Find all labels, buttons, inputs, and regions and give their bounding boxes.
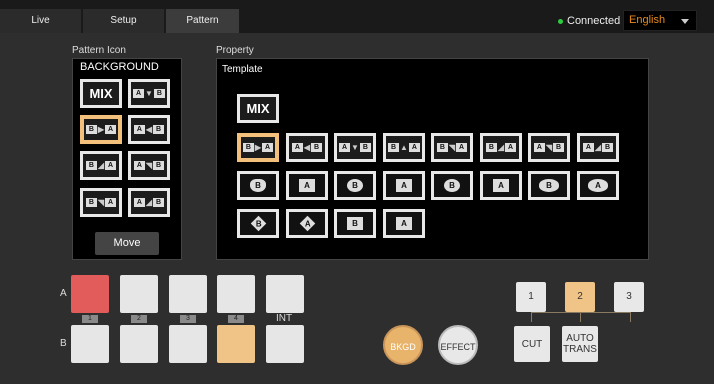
template-wipe-diag-2[interactable]: B ◢ A <box>480 133 522 162</box>
a-bus-button-int[interactable] <box>266 275 304 313</box>
template-oval-wipe-2[interactable]: A <box>577 171 619 200</box>
transition-select-1[interactable]: 1 <box>516 282 546 312</box>
transition-select-2[interactable]: 2 <box>565 282 595 312</box>
pattern-icon-label: Pattern Icon <box>72 45 126 56</box>
connector-line-m <box>580 312 581 322</box>
pattern-icon-wipe-down[interactable]: A ▼ B <box>128 79 170 108</box>
template-wipe-left[interactable]: A ◀ B <box>286 133 328 162</box>
property-label: Property <box>216 45 254 56</box>
language-select[interactable]: English <box>623 10 697 31</box>
template-wipe-up[interactable]: B ▲ A <box>383 133 425 162</box>
move-button[interactable]: Move <box>95 232 159 255</box>
tab-live[interactable]: Live <box>0 9 82 33</box>
template-mix[interactable]: MIX <box>237 94 279 123</box>
b-bus-button-4[interactable] <box>217 325 255 363</box>
pattern-icon-wipe-left[interactable]: A ◀ B <box>128 115 170 144</box>
template-star-wipe-1[interactable]: B <box>334 209 376 238</box>
row-b-label: B <box>60 338 67 349</box>
template-wipe-diag-1[interactable]: B ◥ A <box>431 133 473 162</box>
b-bus-button-3[interactable] <box>169 325 207 363</box>
template-wipe-right[interactable]: B ▶ A <box>237 133 279 162</box>
source-number-3: 3 <box>180 315 196 323</box>
pattern-icon-wipe-right[interactable]: B ▶ A <box>80 115 122 144</box>
row-a-label: A <box>60 288 67 299</box>
a-bus-button-4[interactable] <box>217 275 255 313</box>
source-number-1: 1 <box>82 315 98 323</box>
template-box-wipe-3[interactable]: A <box>480 171 522 200</box>
template-diamond-wipe-1[interactable]: B <box>237 209 279 238</box>
cut-button[interactable]: CUT <box>514 326 550 362</box>
tab-pattern[interactable]: Pattern <box>166 9 240 33</box>
template-circle-wipe-1[interactable]: B <box>334 171 376 200</box>
a-bus-button-1[interactable] <box>71 275 109 313</box>
background-title: BACKGROUND <box>80 61 159 73</box>
pattern-icon-wipe-diag-1[interactable]: B ◢ A <box>80 151 122 180</box>
language-value: English <box>629 14 666 26</box>
transition-select-3[interactable]: 3 <box>614 282 644 312</box>
effect-button[interactable]: EFFECT <box>438 325 478 365</box>
status-dot-icon <box>558 18 563 24</box>
source-int-label: INT <box>276 313 293 324</box>
pattern-icon-mix[interactable]: MIX <box>80 79 122 108</box>
template-box-wipe-2[interactable]: A <box>383 171 425 200</box>
bkgd-button[interactable]: BKGD <box>383 325 423 365</box>
status-text: Connected <box>567 15 621 27</box>
source-number-4: 4 <box>228 315 244 323</box>
connector-line-l <box>531 312 532 322</box>
tab-setup[interactable]: Setup <box>83 9 165 33</box>
pattern-icon-wipe-diag-4[interactable]: A ◢ B <box>128 188 170 217</box>
source-number-2: 2 <box>131 315 147 323</box>
connector-line-r <box>630 312 631 322</box>
pattern-icon-wipe-diag-3[interactable]: B ◥ A <box>80 188 122 217</box>
top-bar: Live Setup Pattern Connected English <box>0 0 714 33</box>
template-wipe-diag-4[interactable]: A ◢ B <box>577 133 619 162</box>
auto-trans-button[interactable]: AUTO TRANS <box>562 326 598 362</box>
template-label: Template <box>222 64 263 75</box>
connector-line-h <box>531 312 631 313</box>
a-bus-button-2[interactable] <box>120 275 158 313</box>
template-diamond-wipe-2[interactable]: A <box>286 209 328 238</box>
template-star-wipe-2[interactable]: A <box>383 209 425 238</box>
b-bus-button-2[interactable] <box>120 325 158 363</box>
template-wipe-down[interactable]: A ▼ B <box>334 133 376 162</box>
template-box-wipe-1[interactable]: A <box>286 171 328 200</box>
connection-status: Connected <box>558 15 620 27</box>
a-bus-button-3[interactable] <box>169 275 207 313</box>
template-wipe-diag-3[interactable]: A ◥ B <box>528 133 570 162</box>
template-heart-wipe[interactable]: B <box>237 171 279 200</box>
b-bus-button-1[interactable] <box>71 325 109 363</box>
pattern-icon-wipe-diag-2[interactable]: A ◥ B <box>128 151 170 180</box>
chevron-down-icon <box>681 19 689 24</box>
b-bus-button-int[interactable] <box>266 325 304 363</box>
template-circle-wipe-2[interactable]: B <box>431 171 473 200</box>
template-oval-wipe-1[interactable]: B <box>528 171 570 200</box>
